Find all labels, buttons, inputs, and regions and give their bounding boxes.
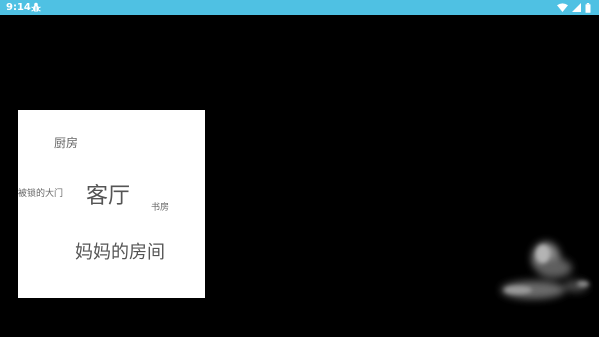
room-living-room[interactable]: 客厅 bbox=[86, 178, 130, 210]
room-kitchen[interactable]: 厨房 bbox=[54, 134, 78, 151]
bug-icon bbox=[31, 2, 41, 13]
status-time: 9:14 bbox=[6, 2, 31, 13]
status-icons bbox=[557, 2, 591, 13]
cell-signal-icon bbox=[572, 3, 581, 12]
battery-icon bbox=[585, 2, 591, 13]
blurred-figure-image bbox=[488, 228, 596, 310]
room-locked-door[interactable]: 被锁的大门 bbox=[18, 186, 63, 199]
house-map: 厨房 被锁的大门 客厅 书房 妈妈的房间 bbox=[18, 110, 205, 298]
status-bar: 9:14 bbox=[0, 0, 599, 15]
wifi-icon bbox=[557, 3, 568, 12]
room-study[interactable]: 书房 bbox=[151, 200, 169, 213]
room-moms-room[interactable]: 妈妈的房间 bbox=[75, 238, 165, 264]
